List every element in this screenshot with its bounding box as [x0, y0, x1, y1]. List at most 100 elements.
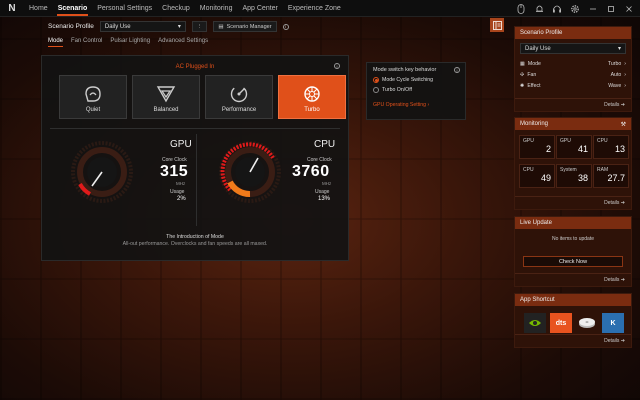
mode-balanced-label: Balanced — [153, 107, 179, 113]
chevron-down-icon: ▾ — [617, 46, 621, 52]
details-link[interactable]: Details ➔ — [604, 338, 625, 344]
divider — [196, 134, 197, 226]
scenario-manager-button[interactable]: ▤ Scenario Manager — [213, 21, 277, 32]
card-header: Live Update — [515, 217, 631, 229]
tab-advanced-settings[interactable]: Advanced Settings — [158, 38, 208, 47]
profile-row-effect: ✺ Effect Wave › — [515, 80, 631, 91]
disc-app-icon[interactable] — [576, 313, 598, 333]
chevron-right-icon[interactable]: › — [624, 83, 626, 89]
mode-intro-text: All-out performance. Overclocks and fan … — [122, 241, 268, 247]
mode-switch-title: Mode switch key behavior — [373, 67, 437, 73]
radio-unchecked-icon — [373, 87, 379, 93]
wrench-icon[interactable]: ⚒ — [621, 121, 626, 128]
tab-fan-control[interactable]: Fan Control — [71, 38, 102, 47]
cell-value: 38 — [577, 173, 588, 183]
row-key: Effect — [527, 82, 541, 89]
tab-mode[interactable]: Mode — [48, 38, 64, 47]
nav-checkup[interactable]: Checkup — [157, 0, 195, 17]
monitoring-card: Monitoring ⚒ GPU 2 GPU 41 CPU 13 CPU 49 Syste… — [514, 117, 632, 210]
cpu-title: CPU — [314, 139, 336, 150]
headset-icon[interactable] — [552, 4, 562, 14]
scenario-manager-label: Scenario Manager — [226, 23, 272, 30]
divider — [515, 273, 631, 274]
cpu-clock-value: 3760 — [292, 163, 330, 180]
nav-monitoring[interactable]: Monitoring — [195, 0, 238, 17]
profile-row-fan: ✣ Fan Auto › — [515, 69, 631, 80]
card-title: Monitoring — [520, 121, 549, 127]
nav-experience-zone[interactable]: Experience Zone — [283, 0, 346, 17]
scenario-profile-select[interactable]: Daily Use ▾ — [99, 21, 186, 32]
gpu-usage-value: 2% — [177, 196, 186, 202]
chevron-down-icon: ▾ — [177, 24, 181, 30]
tab-pulsar-lighting[interactable]: Pulsar Lighting — [110, 38, 150, 47]
scenario-profile-bar: Scenario Profile Daily Use ▾ ⋮ ▤ Scenari… — [48, 21, 289, 32]
effect-icon: ✺ — [520, 82, 525, 89]
quiet-icon — [85, 86, 101, 102]
mode-turbo-button[interactable]: Turbo — [278, 75, 346, 119]
check-now-button[interactable]: Check Now — [523, 256, 623, 267]
cell-value: 13 — [614, 144, 625, 154]
monitor-ram: RAM 27.7 — [593, 164, 629, 188]
details-label: Details — [604, 277, 620, 283]
row-value: Turbo — [607, 60, 622, 67]
nvidia-app-icon[interactable] — [524, 313, 546, 333]
gpu-gauge — [71, 141, 133, 203]
card-header: Monitoring ⚒ — [515, 118, 631, 130]
scenario-profile-label: Scenario Profile — [48, 23, 94, 30]
details-link[interactable]: Details ➔ — [604, 200, 625, 206]
bell-icon[interactable] — [534, 4, 544, 14]
cell-value: 41 — [577, 144, 588, 154]
mode-quiet-label: Quiet — [85, 107, 101, 113]
divider — [515, 196, 631, 197]
divider — [515, 98, 631, 99]
card-profile-value: Daily Use — [525, 45, 551, 52]
radio-mode-cycle[interactable]: Mode Cycle Switching — [373, 77, 459, 83]
app-shortcut-card: App Shortcut dts K Details ➔ — [514, 293, 632, 348]
card-profile-select[interactable]: Daily Use ▾ — [520, 43, 626, 54]
monitor-gpu-usage: GPU 2 — [519, 135, 555, 159]
mode-balanced-button[interactable]: Balanced — [132, 75, 200, 119]
cell-value: 2 — [545, 144, 551, 154]
sidebar-toggle-icon[interactable] — [490, 18, 504, 32]
mode-selector: Quiet Balanced Performance Turbo — [59, 75, 346, 119]
details-link[interactable]: Details ➔ — [604, 102, 625, 108]
info-icon[interactable]: i — [282, 23, 289, 30]
nav-scenario[interactable]: Scenario — [53, 0, 93, 17]
cell-value: 49 — [540, 173, 551, 183]
mode-performance-button[interactable]: Performance — [205, 75, 273, 119]
performance-icon — [230, 85, 248, 103]
details-label: Details — [604, 200, 620, 206]
radio-turbo-toggle[interactable]: Turbo On/Off — [373, 87, 459, 93]
monitor-system-temp: System 38 — [556, 164, 592, 188]
chevron-right-icon[interactable]: › — [624, 61, 626, 67]
nav-app-center[interactable]: App Center — [237, 0, 282, 17]
minimize-icon[interactable] — [588, 4, 598, 14]
killer-app-icon[interactable]: K — [602, 313, 624, 333]
row-key: Fan — [527, 71, 537, 78]
gear-icon[interactable] — [570, 4, 580, 14]
cpu-usage-label: Usage — [315, 189, 330, 195]
card-title: Scenario Profile — [520, 30, 563, 36]
nav-menu: Home Scenario Personal Settings Checkup … — [24, 0, 346, 17]
monitor-cpu-temp: CPU 49 — [519, 164, 555, 188]
mode-intro: The Introduction of Mode All-out perform… — [42, 234, 348, 248]
nav-personal-settings[interactable]: Personal Settings — [92, 0, 157, 17]
close-icon[interactable] — [624, 4, 634, 14]
gpu-operating-setting-link[interactable]: GPU Operating Setting › — [373, 102, 459, 108]
info-icon[interactable]: i — [454, 67, 460, 73]
mode-quiet-button[interactable]: Quiet — [59, 75, 127, 119]
info-icon[interactable]: i — [334, 63, 340, 69]
mouse-icon[interactable] — [516, 3, 526, 14]
nav-home[interactable]: Home — [24, 0, 53, 17]
dts-app-icon[interactable]: dts — [550, 313, 572, 333]
details-link[interactable]: Details ➔ — [604, 277, 625, 283]
chevron-right-icon[interactable]: › — [624, 72, 626, 78]
row-value: Wave — [608, 82, 622, 89]
turbo-icon — [304, 86, 320, 102]
scenario-profile-card: Scenario Profile Daily Use ▾ ▦ Mode Turbo › … — [514, 26, 632, 112]
radio-turbo-toggle-label: Turbo On/Off — [382, 87, 412, 93]
power-status: AC Plugged In — [175, 64, 215, 70]
maximize-icon[interactable] — [606, 4, 616, 14]
mode-panel: AC Plugged In i Quiet Balanced Performan… — [41, 55, 349, 261]
more-options-button[interactable]: ⋮ — [191, 21, 208, 32]
